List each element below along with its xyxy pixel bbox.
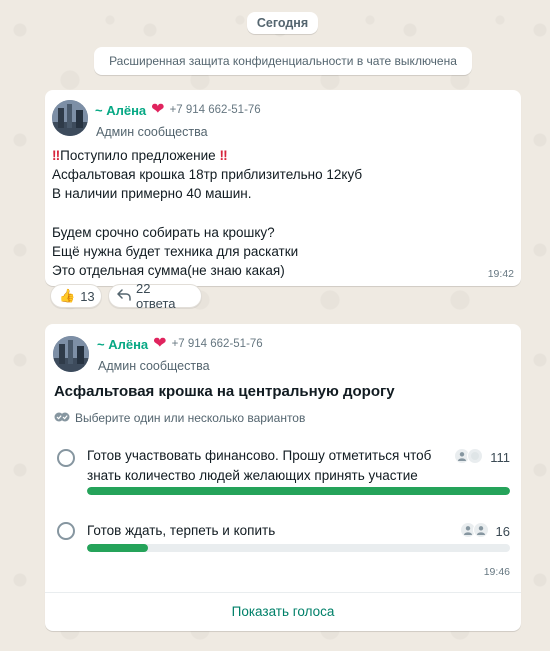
poll-option-checkbox[interactable] — [57, 449, 75, 467]
voter-avatars[interactable] — [454, 448, 483, 464]
replies-label: 22 ответа — [136, 281, 176, 311]
privacy-notice[interactable]: Расширенная защита конфиденциальности в … — [94, 47, 472, 75]
poll-message-bubble[interactable]: ~ Алёна ❤ +7 914 662-51-76 Админ сообщес… — [45, 324, 521, 631]
poll-option-line: Готов участвовать финансово. Прошу отмет… — [87, 448, 432, 463]
show-votes-button[interactable]: Показать голоса — [45, 594, 521, 630]
sender-phone[interactable]: +7 914 662-51-76 — [170, 104, 261, 116]
poll-option-line: знать количество людей желающих принять … — [87, 467, 418, 483]
poll-option-checkbox[interactable] — [57, 522, 75, 540]
poll-option-label[interactable]: Готов ждать, терпеть и копить — [87, 521, 275, 541]
sender-name[interactable]: ~ Алёна — [97, 337, 148, 352]
message-line: Асфальтовая крошка 18тр приблизительно 1… — [52, 167, 363, 183]
message-line: Ещё нужна будет техника для раскатки — [52, 244, 299, 259]
reaction-thumbs-up[interactable]: 👍 13 — [50, 284, 102, 308]
poll-title: Асфальтовая крошка на центральную дорогу — [54, 383, 395, 400]
sender-line: ~ Алёна ❤ +7 914 662-51-76 — [97, 336, 263, 352]
poll-progress-fill — [87, 487, 510, 495]
voter-avatar-icon — [467, 448, 483, 464]
poll-vote-count: 16 — [495, 524, 510, 539]
message-text: ‼Поступило предложение ‼ Асфальтовая кро… — [52, 146, 512, 280]
poll-option-label[interactable]: Готов участвовать финансово. Прошу отмет… — [87, 446, 431, 485]
message-line: Это отдельная сумма(не знаю какая) — [52, 263, 285, 279]
message-line: В наличии примерно 40 машин. — [52, 186, 252, 202]
double-exclamation-icon: ‼ — [219, 148, 228, 163]
sender-name[interactable]: ~ Алёна — [95, 103, 146, 118]
message-line: Будем срочно собирать на крошку? — [52, 224, 275, 240]
sender-avatar[interactable] — [53, 336, 89, 372]
message-line — [52, 204, 512, 223]
sender-phone[interactable]: +7 914 662-51-76 — [172, 338, 263, 350]
reply-arrow-icon — [117, 288, 131, 304]
sender-role: Админ сообщества — [98, 359, 210, 373]
poll-vote-count: 111 — [490, 450, 510, 465]
message-time: 19:42 — [487, 268, 514, 280]
message-time: 19:46 — [483, 566, 510, 578]
double-check-icon — [54, 411, 70, 425]
sender-avatar[interactable] — [52, 100, 88, 136]
poll-progress-fill — [87, 544, 148, 552]
heart-icon: ❤ — [153, 335, 167, 352]
double-exclamation-icon: ‼ — [52, 148, 61, 163]
replies-button[interactable]: 22 ответа — [108, 281, 202, 311]
date-divider: Сегодня — [247, 12, 318, 34]
poll-hint-text: Выберите один или несколько вариантов — [75, 411, 306, 425]
divider — [45, 592, 521, 593]
message-bubble-offer[interactable]: ~ Алёна ❤ +7 914 662-51-76 Админ сообщес… — [45, 90, 521, 286]
sender-role: Админ сообщества — [96, 125, 208, 139]
poll-hint: Выберите один или несколько вариантов — [54, 411, 305, 425]
poll-option-line: Готов ждать, терпеть и копить — [87, 523, 276, 538]
poll-progress-bar — [87, 544, 510, 552]
reaction-count: 13 — [80, 288, 95, 304]
sender-line: ~ Алёна ❤ +7 914 662-51-76 — [95, 102, 261, 118]
heart-icon: ❤ — [151, 101, 165, 118]
message-headline: Поступило предложение — [60, 148, 216, 163]
thumbs-up-icon: 👍 — [59, 288, 76, 303]
poll-progress-bar — [87, 487, 510, 495]
message-line: ‼Поступило предложение ‼ — [52, 146, 512, 165]
